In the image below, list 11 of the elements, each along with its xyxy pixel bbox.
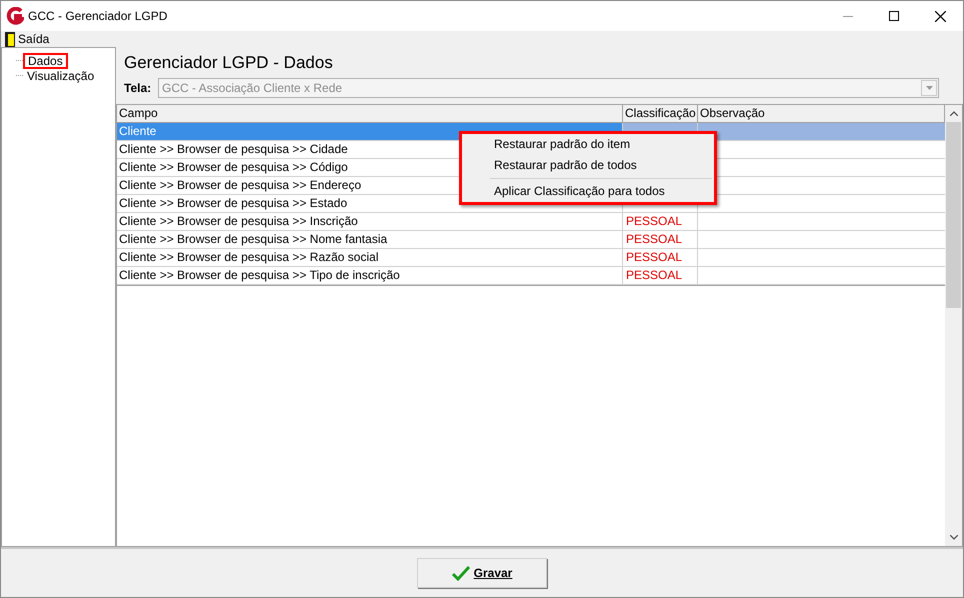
field-label: Tela: [124,80,152,97]
table-cell: Cliente >> Browser de pesquisa >> Razão social [117,249,623,266]
window-title: GCC - Gerenciador LGPD [28,8,168,25]
table-cell: PESSOAL [623,249,698,266]
page-heading: Gerenciador LGPD - Dados [124,52,334,74]
table-cell: PESSOAL [623,213,698,230]
table-cell: Cliente >> Browser de pesquisa >> Tipo de inscrição [117,267,623,284]
table-cell: Cliente >> Browser de pesquisa >> Inscrição [117,213,623,230]
table-cell: PESSOAL [623,267,698,284]
table-cell: Cliente >> Browser de pesquisa >> Nome fantasia [117,231,623,248]
table-cell: PESSOAL [623,231,698,248]
